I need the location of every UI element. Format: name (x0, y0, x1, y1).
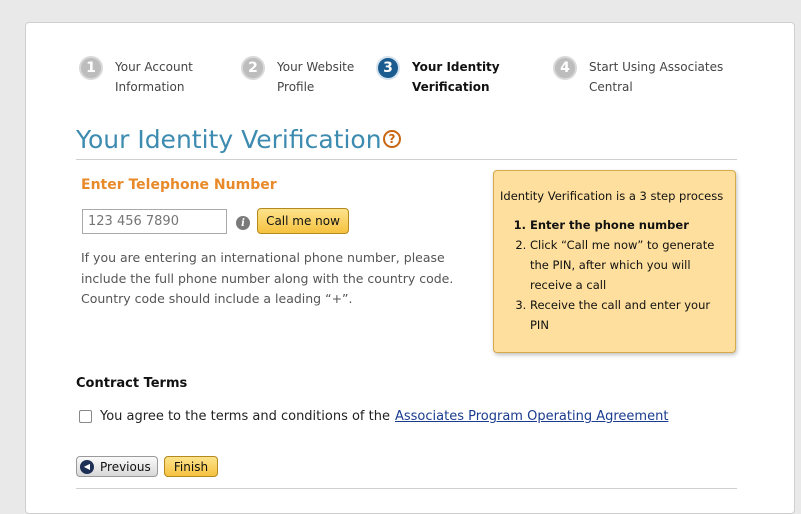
finish-button[interactable]: Finish (164, 456, 218, 477)
step-label-line1: Your Account (115, 60, 193, 74)
previous-label: Previous (100, 459, 151, 474)
step-label-line2: Verification (412, 80, 490, 94)
verification-steps-callout: Identity Verification is a 3 step proces… (493, 170, 736, 353)
callout-step: Receive the call and enter your PIN (530, 295, 727, 335)
step-label-line1: Start Using Associates (589, 60, 724, 74)
callout-step: Click “Call me now” to generate the PIN,… (530, 235, 727, 295)
agree-terms-checkbox[interactable] (79, 410, 92, 423)
step-label-line1: Your Website (277, 60, 355, 74)
page-title: Your Identity Verification (76, 125, 382, 154)
step-label: Your Account Information (115, 57, 193, 97)
previous-button[interactable]: ◀ Previous (76, 456, 158, 477)
step-label-line2: Central (589, 80, 633, 94)
step-label: Your Identity Verification (412, 57, 500, 97)
phone-number-input[interactable] (82, 209, 227, 234)
step-label-line2: Profile (277, 80, 315, 94)
step-label-line1: Your Identity (412, 60, 500, 74)
bottom-divider (76, 488, 737, 489)
step-start-using: 4 Start Using Associates Central (553, 56, 723, 97)
help-icon[interactable]: ? (383, 130, 401, 148)
step-number: 3 (376, 56, 400, 80)
callout-steps-list: Enter the phone number Click “Call me no… (500, 215, 727, 335)
agree-terms-text: You agree to the terms and conditions of… (100, 409, 390, 424)
operating-agreement-link[interactable]: Associates Program Operating Agreement (395, 409, 668, 424)
step-identity-verification: 3 Your Identity Verification (376, 56, 500, 97)
info-icon[interactable]: i (236, 216, 250, 230)
step-label-line2: Information (115, 80, 185, 94)
step-number: 4 (553, 56, 577, 80)
international-number-note: If you are entering an international pho… (81, 250, 454, 306)
contract-terms-heading: Contract Terms (76, 376, 188, 391)
callout-step: Enter the phone number (530, 215, 727, 235)
step-website-profile: 2 Your Website Profile (241, 56, 354, 97)
arrow-left-icon: ◀ (80, 459, 94, 474)
callout-intro: Identity Verification is a 3 step proces… (500, 189, 724, 203)
call-me-now-button[interactable]: Call me now (257, 208, 349, 234)
step-number: 2 (241, 56, 265, 80)
registration-card: 1 Your Account Information 2 Your Websit… (25, 22, 795, 514)
agree-terms-row: You agree to the terms and conditions of… (79, 409, 668, 424)
phone-section-heading: Enter Telephone Number (81, 177, 277, 193)
step-account-information: 1 Your Account Information (79, 56, 193, 97)
step-label: Your Website Profile (277, 57, 354, 97)
step-label: Start Using Associates Central (589, 57, 723, 97)
step-number: 1 (79, 56, 103, 80)
title-divider (76, 159, 737, 160)
